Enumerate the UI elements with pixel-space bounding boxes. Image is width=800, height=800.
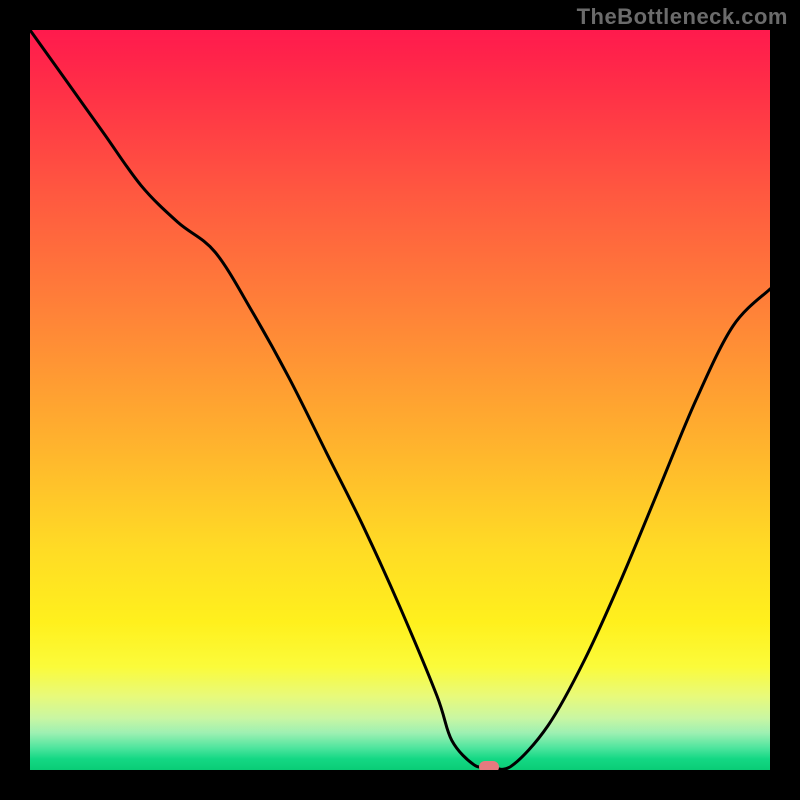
watermark-text: TheBottleneck.com [577,4,788,30]
optimal-point-marker [479,761,499,770]
plot-area [30,30,770,770]
bottleneck-curve [30,30,770,770]
chart-frame: TheBottleneck.com [0,0,800,800]
